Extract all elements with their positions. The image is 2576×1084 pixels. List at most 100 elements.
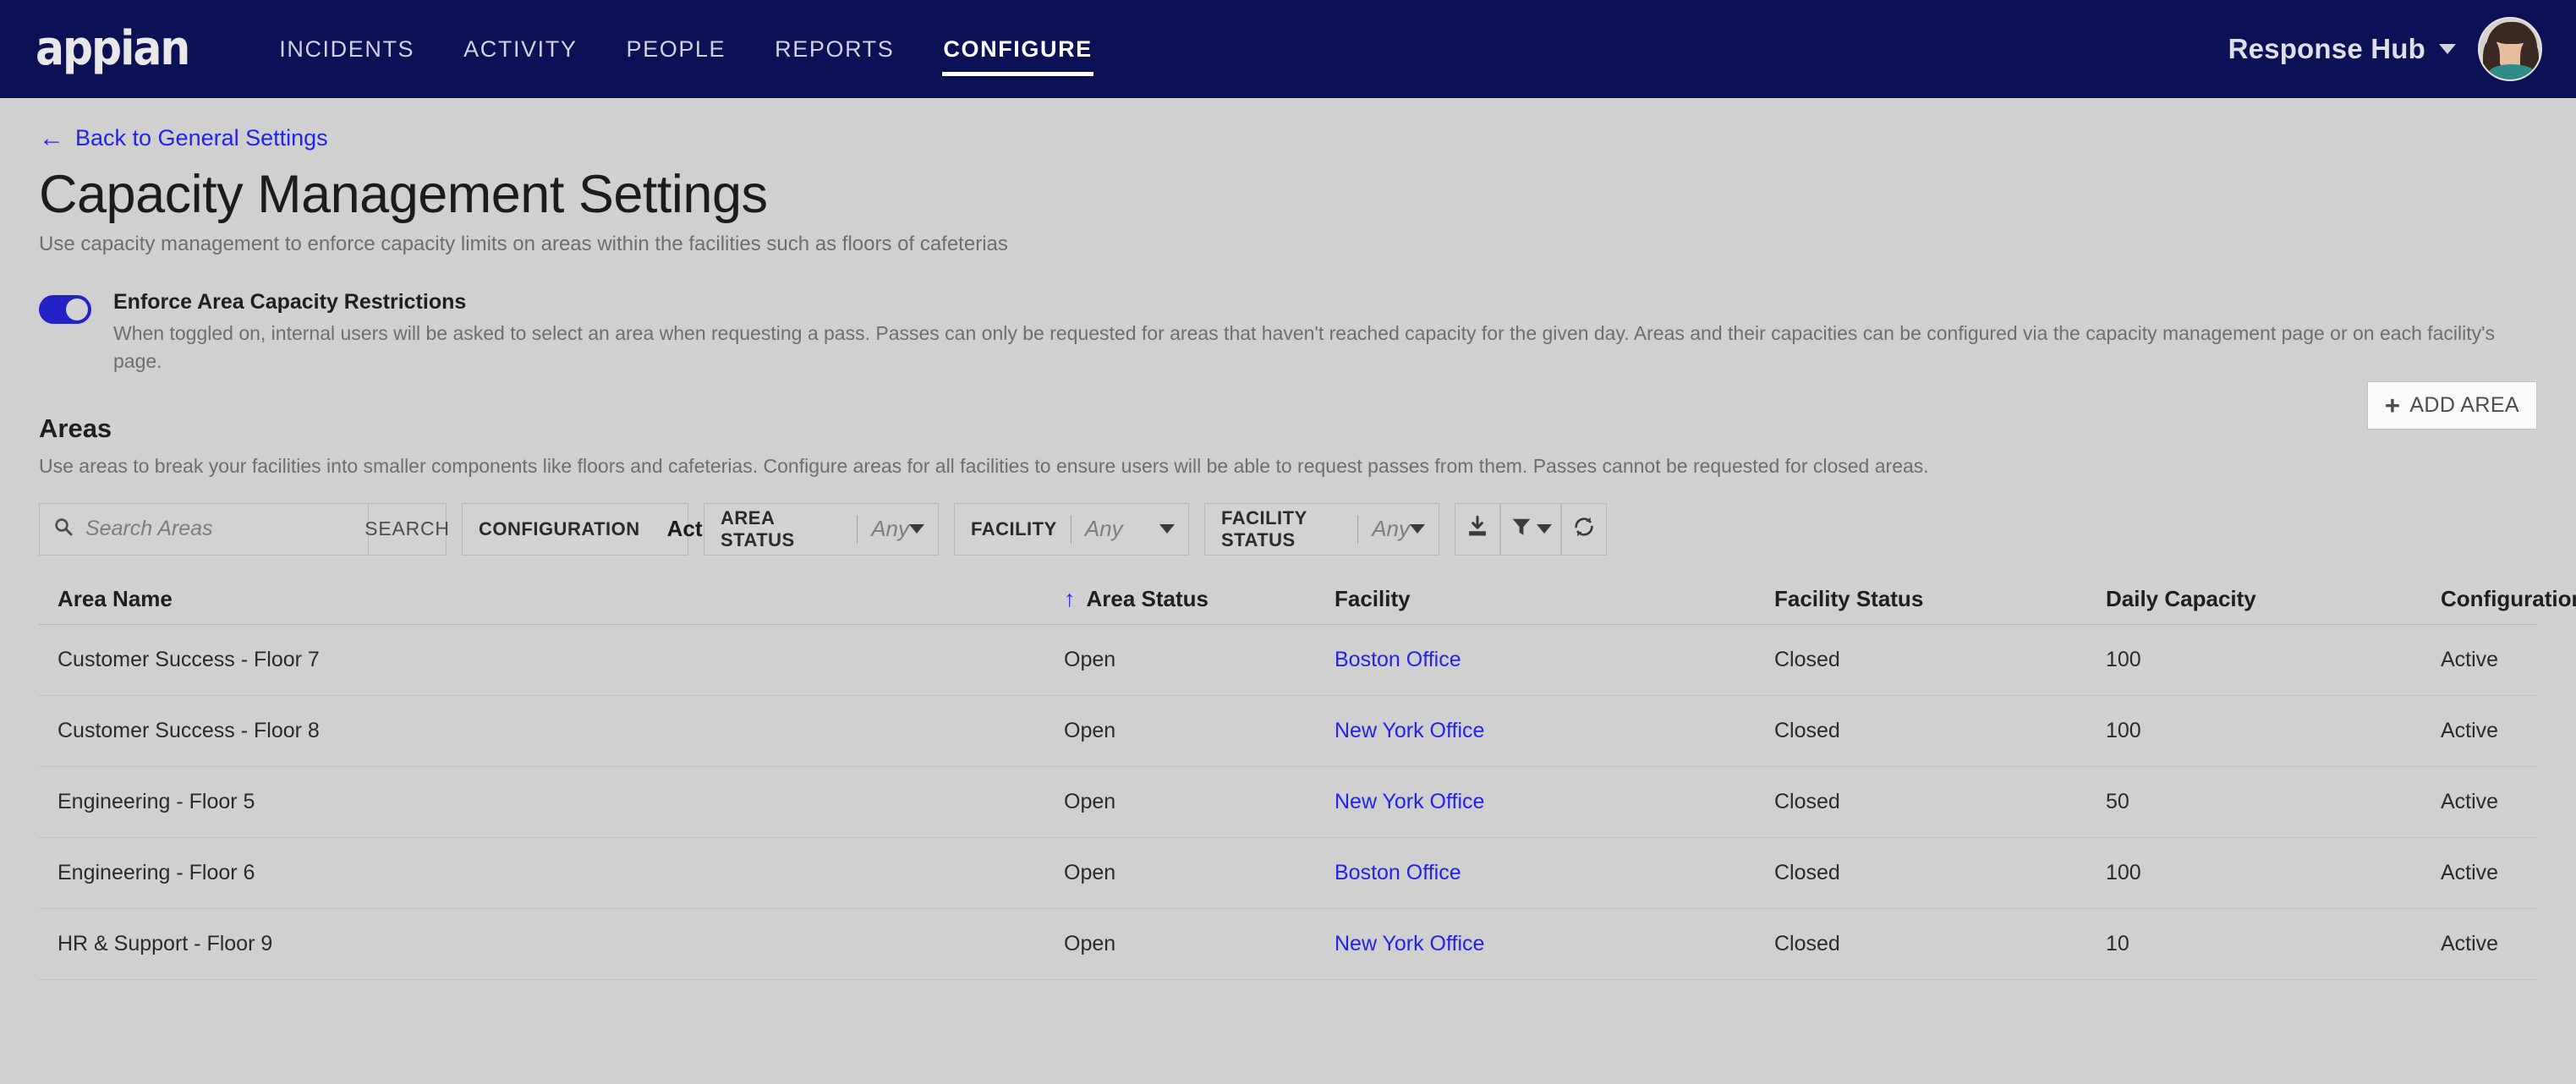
cell-facility-status: Closed (1774, 931, 1840, 955)
cell-area-status: Open (1064, 860, 1116, 884)
enforce-toggle-title: Enforce Area Capacity Restrictions (113, 290, 467, 315)
cell-area-status: Open (1064, 931, 1116, 955)
table-row[interactable]: Customer Success - Floor 7 Open Boston O… (39, 625, 2537, 696)
cell-facility-link[interactable]: New York Office (1335, 719, 1774, 743)
cell-configuration: Active (2441, 789, 2499, 813)
divider (1357, 514, 1359, 544)
cell-facility-status: Closed (1774, 860, 1840, 884)
cell-configuration: Active (2441, 931, 2499, 955)
top-navigation-bar: appian INCIDENTS ACTIVITY PEOPLE REPORTS… (0, 0, 2576, 98)
cell-daily-capacity: 100 (2106, 860, 2141, 884)
caret-down-icon[interactable] (1536, 524, 1552, 534)
filter-area-status-value: Any (871, 516, 909, 542)
cell-facility-link[interactable]: New York Office (1335, 932, 1774, 956)
filter-menu-button[interactable] (1500, 502, 1561, 556)
arrow-left-icon: ← (39, 123, 64, 152)
cell-area-status: Open (1064, 718, 1116, 742)
filter-facility-value: Any (1084, 516, 1123, 542)
funnel-icon (1510, 516, 1532, 542)
cell-area-name: Customer Success - Floor 7 (58, 647, 320, 671)
cell-facility-link[interactable]: Boston Office (1335, 861, 1774, 885)
cell-facility-status: Closed (1774, 718, 1840, 742)
enforce-capacity-toggle-row: Enforce Area Capacity Restrictions When … (39, 290, 2537, 375)
back-to-general-settings-link[interactable]: ← Back to General Settings (39, 125, 328, 151)
caret-down-icon[interactable] (909, 524, 924, 534)
column-header-area-status[interactable]: ↑ Area Status (1064, 586, 1335, 612)
main-nav-links: INCIDENTS ACTIVITY PEOPLE REPORTS CONFIG… (255, 0, 1117, 98)
cell-area-name: Engineering - Floor 6 (58, 860, 255, 884)
search-icon (53, 517, 74, 541)
cell-daily-capacity: 100 (2106, 647, 2141, 671)
appian-logo[interactable]: appian (36, 25, 190, 73)
filter-configuration[interactable]: CONFIGURATION Active ✕ (462, 502, 782, 556)
back-link-label: Back to General Settings (75, 125, 328, 151)
page-subtitle: Use capacity management to enforce capac… (39, 233, 1008, 256)
sort-arrow-up-icon[interactable]: ↑ (1064, 587, 1076, 610)
cell-area-name: Engineering - Floor 5 (58, 789, 255, 813)
filter-facility-status-value: Any (1372, 516, 1410, 542)
enforce-toggle-description: When toggled on, internal users will be … (113, 322, 2496, 372)
nav-item-configure[interactable]: CONFIGURE (918, 0, 1116, 98)
divider (1070, 514, 1072, 544)
search-input[interactable] (84, 516, 354, 543)
cell-facility-status: Closed (1774, 647, 1840, 671)
filter-configuration-label: CONFIGURATION (479, 517, 640, 539)
table-row[interactable]: Engineering - Floor 6 Open Boston Office… (39, 838, 2537, 909)
caret-down-icon[interactable] (1159, 524, 1175, 534)
areas-heading-block: Areas Use areas to break your facilities… (39, 375, 1929, 480)
refresh-icon (1572, 515, 1596, 543)
cell-daily-capacity: 100 (2106, 718, 2141, 742)
cell-area-status: Open (1064, 789, 1116, 813)
caret-down-icon[interactable] (1410, 524, 1425, 534)
enforce-area-capacity-toggle[interactable] (39, 295, 91, 325)
toggle-knob (66, 298, 88, 321)
column-header-facility[interactable]: Facility (1335, 586, 1774, 612)
column-header-configuration[interactable]: Configuration (2441, 586, 2576, 612)
nav-item-incidents[interactable]: INCIDENTS (255, 0, 439, 98)
areas-table: Area Name ↑ Area Status Facility Facilit… (39, 574, 2576, 980)
nav-item-reports[interactable]: REPORTS (750, 0, 918, 98)
enforce-toggle-text: Enforce Area Capacity Restrictions When … (113, 290, 2537, 375)
areas-section-header: Areas Use areas to break your facilities… (39, 375, 2537, 480)
table-row[interactable]: Engineering - Floor 5 Open New York Offi… (39, 767, 2537, 838)
avatar[interactable] (2478, 17, 2542, 81)
cell-area-name: Customer Success - Floor 8 (58, 718, 320, 742)
chevron-down-icon[interactable] (2439, 44, 2456, 54)
cell-configuration: Active (2441, 718, 2499, 742)
export-button[interactable] (1455, 502, 1500, 556)
table-header-row: Area Name ↑ Area Status Facility Facilit… (39, 574, 2576, 625)
column-header-area-name[interactable]: Area Name (39, 586, 1064, 612)
cell-facility-status: Closed (1774, 789, 1840, 813)
column-header-area-status-label: Area Status (1086, 585, 1209, 611)
search-button[interactable]: SEARCH (364, 502, 449, 556)
areas-title: Areas (39, 413, 112, 444)
filter-facility-status[interactable]: FACILITY STATUS Any (1204, 502, 1439, 556)
divider (857, 514, 858, 544)
cell-configuration: Active (2441, 860, 2499, 884)
cell-daily-capacity: 10 (2106, 931, 2129, 955)
filter-facility[interactable]: FACILITY Any (954, 502, 1189, 556)
filter-area-status-label: AREA STATUS (721, 506, 795, 550)
plus-icon: + (2384, 391, 2401, 421)
nav-item-activity[interactable]: ACTIVITY (439, 0, 601, 98)
filter-area-status[interactable]: AREA STATUS Any (704, 502, 939, 556)
cell-facility-link[interactable]: Boston Office (1335, 648, 1774, 672)
download-icon (1466, 515, 1489, 543)
nav-right-cluster: Response Hub (2228, 17, 2542, 81)
page-content: ← Back to General Settings Capacity Mana… (0, 125, 2576, 980)
add-area-button[interactable]: + ADD AREA (2366, 381, 2537, 430)
site-name-label[interactable]: Response Hub (2228, 33, 2425, 65)
nav-item-people[interactable]: PEOPLE (602, 0, 751, 98)
table-row[interactable]: Customer Success - Floor 8 Open New York… (39, 696, 2537, 767)
cell-facility-link[interactable]: New York Office (1335, 790, 1774, 814)
cell-daily-capacity: 50 (2106, 789, 2129, 813)
refresh-button[interactable] (1561, 502, 1607, 556)
search-areas-box[interactable] (39, 502, 369, 556)
cell-configuration: Active (2441, 647, 2499, 671)
page-title: Capacity Management Settings (39, 165, 768, 224)
filter-toolbar: SEARCH CONFIGURATION Active ✕ AREA STATU… (39, 502, 2537, 556)
column-header-facility-status[interactable]: Facility Status (1774, 586, 2106, 612)
areas-description: Use areas to break your facilities into … (39, 455, 1929, 478)
column-header-daily-capacity[interactable]: Daily Capacity (2106, 586, 2441, 612)
table-row[interactable]: HR & Support - Floor 9 Open New York Off… (39, 909, 2537, 980)
